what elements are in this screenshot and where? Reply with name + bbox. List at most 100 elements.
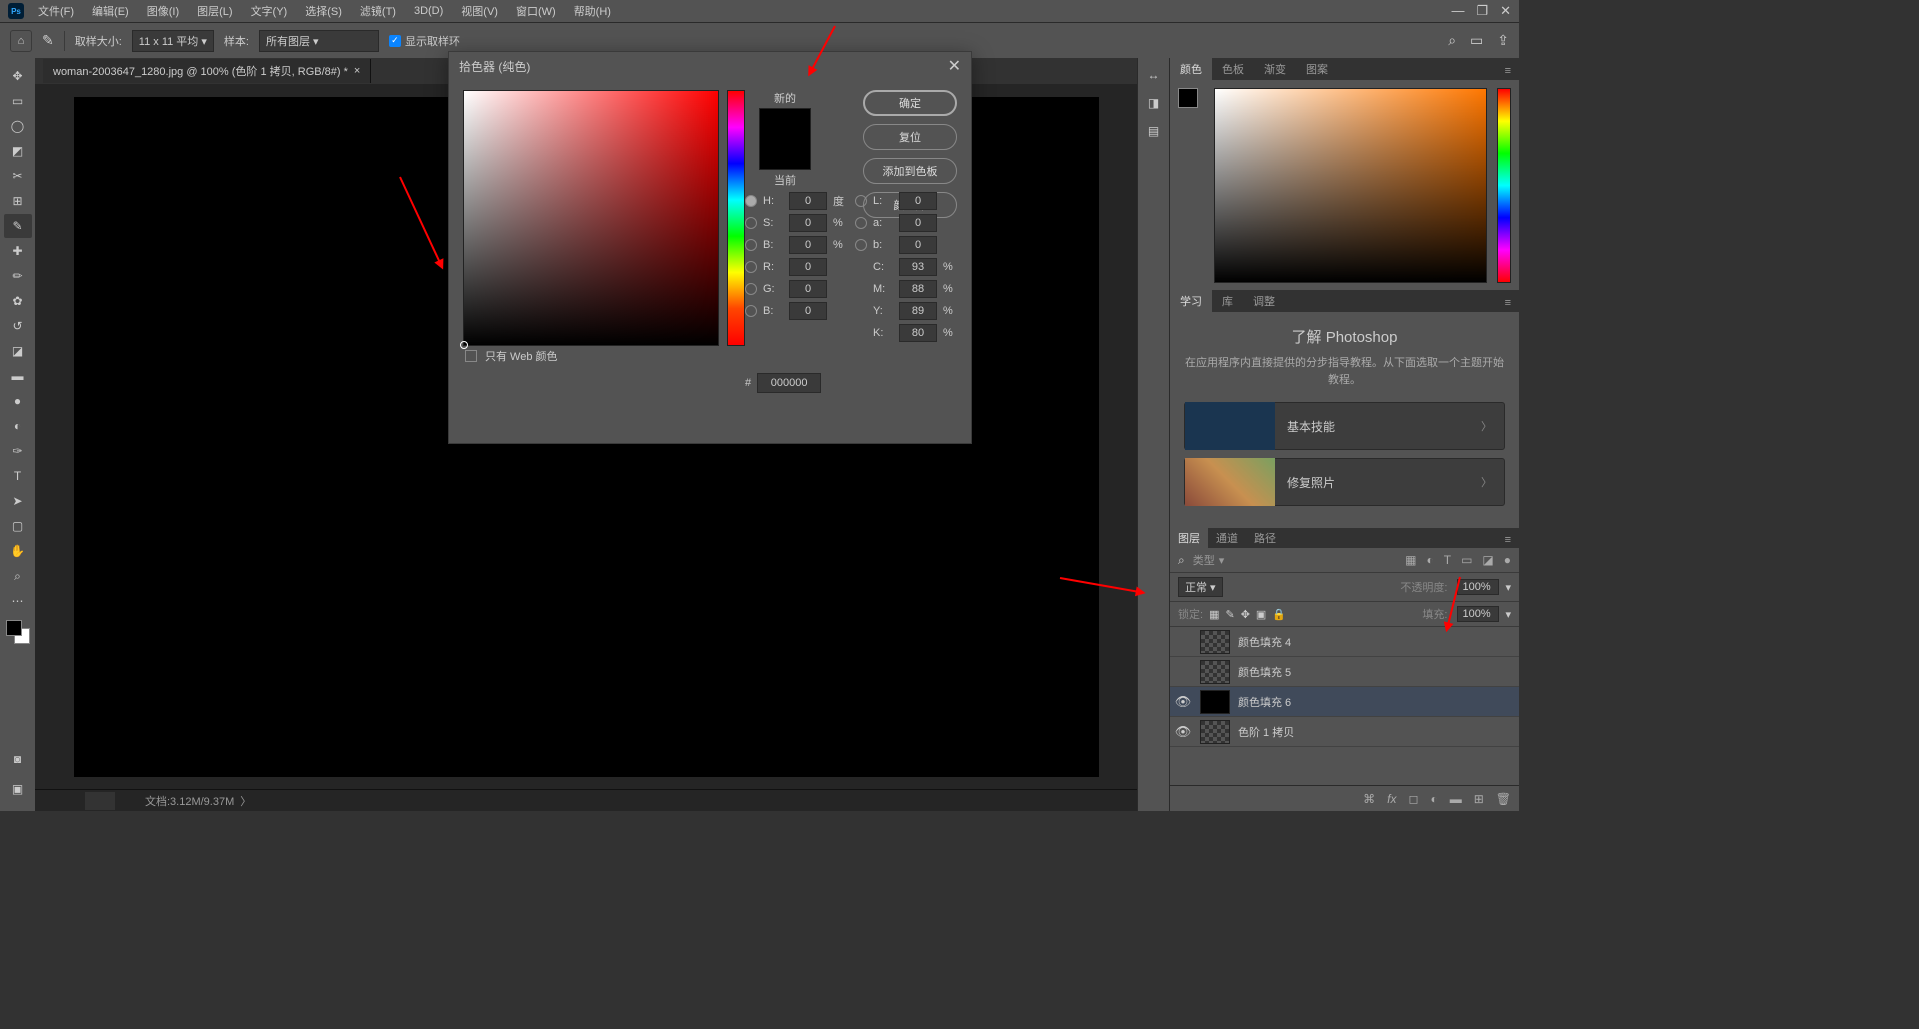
mask-icon[interactable]: ◻ [1408,792,1418,806]
tab-swatches[interactable]: 色板 [1212,58,1254,80]
new-layer-icon[interactable]: ⊞ [1474,792,1484,806]
menu-window[interactable]: 窗口(W) [508,1,564,21]
sample-size-select[interactable]: 11 x 11 平均 ▾ [132,30,214,52]
reset-button[interactable]: 复位 [863,124,957,150]
lock-paint-icon[interactable]: ✎ [1225,608,1234,621]
lock-all-icon[interactable]: 🔒 [1272,608,1286,621]
tab-libraries[interactable]: 库 [1212,290,1243,312]
delete-icon[interactable]: 🗑 [1496,792,1511,806]
marquee-tool-icon[interactable]: ▭ [4,89,32,113]
saturation-value-field[interactable] [463,90,719,346]
close-icon[interactable]: ✕ [948,56,961,76]
opacity-input[interactable]: 100% [1457,579,1499,595]
radio-l[interactable] [855,195,867,207]
workspace-icon[interactable]: ▭ [1470,32,1483,49]
menu-image[interactable]: 图像(I) [139,1,187,21]
s-input[interactable]: 0 [789,214,827,232]
quickmask-icon[interactable]: ◙ [4,747,32,771]
properties-panel-icon[interactable]: ▤ [1148,124,1159,138]
menu-type[interactable]: 文字(Y) [243,1,296,21]
layer-item[interactable]: 颜色填充 4 [1170,627,1519,657]
hand-tool-icon[interactable]: ✋ [4,539,32,563]
zoom-tool-icon[interactable]: ⌕ [4,564,32,588]
learn-card-basics[interactable]: 基本技能 〉 [1184,402,1505,450]
home-icon[interactable]: ⌂ [10,30,32,52]
tab-learn[interactable]: 学习 [1170,290,1212,312]
tab-layers[interactable]: 图层 [1170,528,1208,548]
move-tool-icon[interactable]: ✥ [4,64,32,88]
window-maximize-icon[interactable]: ❐ [1476,3,1488,19]
brush-tool-icon[interactable]: ✏ [4,264,32,288]
menu-3d[interactable]: 3D(D) [406,3,451,19]
tab-channels[interactable]: 通道 [1208,528,1246,548]
link-icon[interactable]: ⌘ [1363,792,1375,806]
clone-tool-icon[interactable]: ✿ [4,289,32,313]
healing-tool-icon[interactable]: ✚ [4,239,32,263]
tab-color[interactable]: 颜色 [1170,58,1212,80]
c-input[interactable]: 93 [899,258,937,276]
l-input[interactable]: 0 [899,192,937,210]
fill-input[interactable]: 100% [1457,606,1499,622]
m-input[interactable]: 88 [899,280,937,298]
panel-menu-icon[interactable]: ≡ [1497,532,1519,548]
menu-layer[interactable]: 图层(L) [189,1,240,21]
fx-icon[interactable]: fx [1387,792,1396,806]
fg-color[interactable] [6,620,22,636]
window-close-icon[interactable]: ✕ [1500,3,1511,19]
radio-b2[interactable] [855,239,867,251]
sample-select[interactable]: 所有图层 ▾ [259,30,379,52]
radio-r[interactable] [745,261,757,273]
filter-smart-icon[interactable]: ◪ [1482,553,1493,567]
layer-item[interactable]: 👁 颜色填充 6 [1170,687,1519,717]
color-panel-fg[interactable] [1178,88,1198,108]
radio-g[interactable] [745,283,757,295]
panel-menu-icon[interactable]: ≡ [1495,62,1519,80]
pen-tool-icon[interactable]: ✑ [4,439,32,463]
filter-type-icon[interactable]: T [1444,553,1451,567]
group-icon[interactable]: ▬ [1450,792,1462,806]
layer-filter-select[interactable]: 类型 ▾ [1193,552,1263,568]
lock-trans-icon[interactable]: ▦ [1209,608,1219,621]
hex-input[interactable]: 000000 [757,373,821,393]
bl-input[interactable]: 0 [789,302,827,320]
more-tool-icon[interactable]: ⋯ [4,589,32,613]
menu-file[interactable]: 文件(F) [30,1,82,21]
r-input[interactable]: 0 [789,258,827,276]
visibility-toggle[interactable]: 👁 [1174,694,1192,710]
color-swatch[interactable] [6,620,30,644]
actions-panel-icon[interactable]: ◨ [1148,96,1159,110]
g-input[interactable]: 0 [789,280,827,298]
eyedropper-tool-icon[interactable]: ✎ [4,214,32,238]
filter-shape-icon[interactable]: ▭ [1461,553,1472,567]
tab-gradients[interactable]: 渐变 [1254,58,1296,80]
shape-tool-icon[interactable]: ▢ [4,514,32,538]
radio-b[interactable] [745,239,757,251]
crop-tool-icon[interactable]: ✂ [4,164,32,188]
history-panel-icon[interactable]: ↔ [1148,68,1160,82]
web-only-checkbox[interactable] [465,350,477,362]
gradient-tool-icon[interactable]: ▬ [4,364,32,388]
radio-h[interactable] [745,195,757,207]
k-input[interactable]: 80 [899,324,937,342]
type-tool-icon[interactable]: T [4,464,32,488]
adjustment-icon[interactable]: ◐ [1430,792,1437,806]
eraser-tool-icon[interactable]: ◪ [4,339,32,363]
frame-tool-icon[interactable]: ⊞ [4,189,32,213]
dialog-titlebar[interactable]: 拾色器 (纯色) ✕ [449,52,971,80]
layer-item[interactable]: 颜色填充 5 [1170,657,1519,687]
color-field[interactable] [1214,88,1487,283]
show-ring-checkbox[interactable]: ✓显示取样环 [389,33,460,49]
ok-button[interactable]: 确定 [863,90,957,116]
menu-help[interactable]: 帮助(H) [566,1,619,21]
a-input[interactable]: 0 [899,214,937,232]
add-swatch-button[interactable]: 添加到色板 [863,158,957,184]
filter-image-icon[interactable]: ▦ [1405,553,1416,567]
filter-adjust-icon[interactable]: ◐ [1426,553,1433,567]
hue-slider[interactable] [727,90,745,346]
layer-item[interactable]: 👁 色阶 1 拷贝 [1170,717,1519,747]
search-icon[interactable]: ⌕ [1448,32,1456,49]
history-brush-tool-icon[interactable]: ↺ [4,314,32,338]
tab-patterns[interactable]: 图案 [1296,58,1338,80]
radio-a[interactable] [855,217,867,229]
tab-paths[interactable]: 路径 [1246,528,1284,548]
